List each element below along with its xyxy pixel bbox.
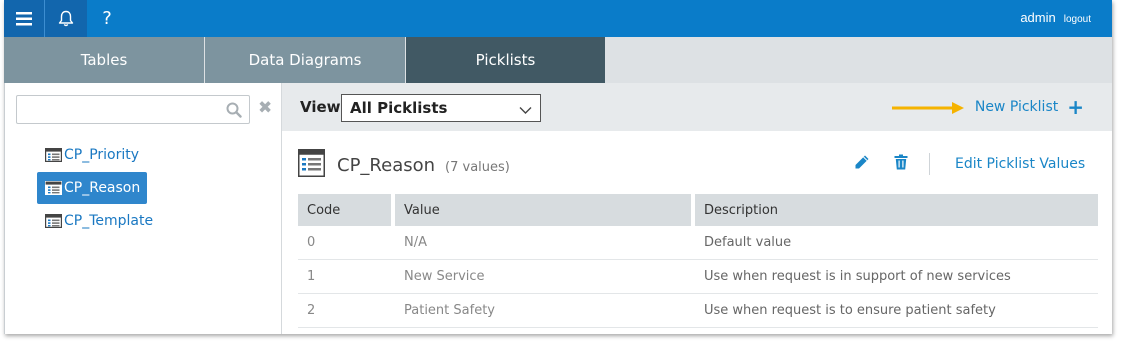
new-picklist-label: New Picklist (974, 99, 1059, 115)
menu-button[interactable] (4, 0, 44, 37)
cell-description: Default value (695, 226, 1098, 260)
view-dropdown[interactable]: All Picklists (341, 94, 541, 122)
picklist-values-table: Code Value Description 0 N/A Default val… (298, 194, 1098, 328)
picklist-item-cp-reason[interactable]: CP_Reason (37, 172, 147, 204)
picklist-value-count: (7 values) (445, 159, 510, 175)
cell-description: Use when request is to ensure patient sa… (695, 294, 1098, 328)
view-label: View (300, 98, 341, 116)
picklist-title: CP_Reason (337, 155, 436, 176)
plus-icon: + (1067, 95, 1084, 119)
cell-value: N/A (395, 226, 695, 260)
picklist-table-icon (298, 149, 325, 182)
table-header-row: Code Value Description (298, 194, 1098, 226)
user-area: admin logout (1020, 10, 1091, 25)
tab-data-diagrams[interactable]: Data Diagrams (205, 37, 405, 83)
tab-tables[interactable]: Tables (4, 37, 204, 83)
view-dropdown-value: All Picklists (350, 99, 448, 117)
table-row[interactable]: 1 New Service Use when request is in sup… (298, 260, 1098, 294)
pencil-icon[interactable] (854, 154, 870, 175)
hamburger-menu-icon (16, 11, 32, 25)
cell-value: Patient Safety (395, 294, 695, 328)
sidebar: ✖ CP_Priority CP_Reason CP_Template (4, 83, 282, 334)
bell-icon (58, 10, 74, 27)
tab-bar: Tables Data Diagrams Picklists (4, 37, 1112, 83)
top-bar: ? admin logout (4, 0, 1112, 37)
help-button[interactable]: ? (87, 0, 127, 37)
logout-link[interactable]: logout (1064, 14, 1091, 25)
main-panel: View All Picklists New Picklist + CP_Rea… (282, 83, 1112, 334)
picklist-item-cp-template[interactable]: CP_Template (37, 205, 153, 237)
cell-description: Use when request is in support of new se… (695, 260, 1098, 294)
picklist-item-label: CP_Reason (64, 180, 141, 196)
tab-picklists[interactable]: Picklists (406, 37, 605, 83)
cell-code: 1 (298, 260, 395, 294)
app-window: ? admin logout Tables Data Diagrams Pick… (4, 0, 1112, 334)
action-divider (929, 153, 930, 175)
view-toolbar: View All Picklists New Picklist + (282, 83, 1112, 131)
edit-picklist-values-link[interactable]: Edit Picklist Values (955, 156, 1085, 172)
notifications-button[interactable] (44, 0, 87, 37)
picklist-item-label: CP_Template (64, 213, 154, 229)
picklist-item-cp-priority[interactable]: CP_Priority (37, 139, 147, 171)
column-header-value[interactable]: Value (395, 194, 695, 226)
picklist-actions: Edit Picklist Values (854, 153, 1085, 175)
column-header-code[interactable]: Code (298, 194, 395, 226)
list-table-icon (45, 214, 62, 228)
clear-search-icon[interactable]: ✖ (258, 98, 272, 118)
picklist-list: CP_Priority CP_Reason CP_Template (37, 139, 153, 238)
cell-code: 0 (298, 226, 395, 260)
list-table-icon (45, 181, 62, 195)
column-header-description[interactable]: Description (695, 194, 1098, 226)
search-box (16, 95, 250, 124)
search-icon[interactable] (226, 102, 242, 123)
trash-icon[interactable] (894, 154, 908, 175)
cell-value: New Service (395, 260, 695, 294)
search-input[interactable] (17, 96, 217, 123)
chevron-down-icon (519, 102, 532, 120)
table-row[interactable]: 0 N/A Default value (298, 226, 1098, 260)
picklist-header: CP_Reason (7 values) (298, 149, 510, 182)
picklist-item-label: CP_Priority (64, 147, 140, 163)
table-row[interactable]: 2 Patient Safety Use when request is to … (298, 294, 1098, 328)
list-table-icon (45, 148, 62, 162)
new-picklist-button[interactable]: New Picklist + (974, 95, 1084, 119)
highlight-arrow-icon (892, 101, 964, 119)
user-name[interactable]: admin (1020, 10, 1055, 25)
cell-code: 2 (298, 294, 395, 328)
